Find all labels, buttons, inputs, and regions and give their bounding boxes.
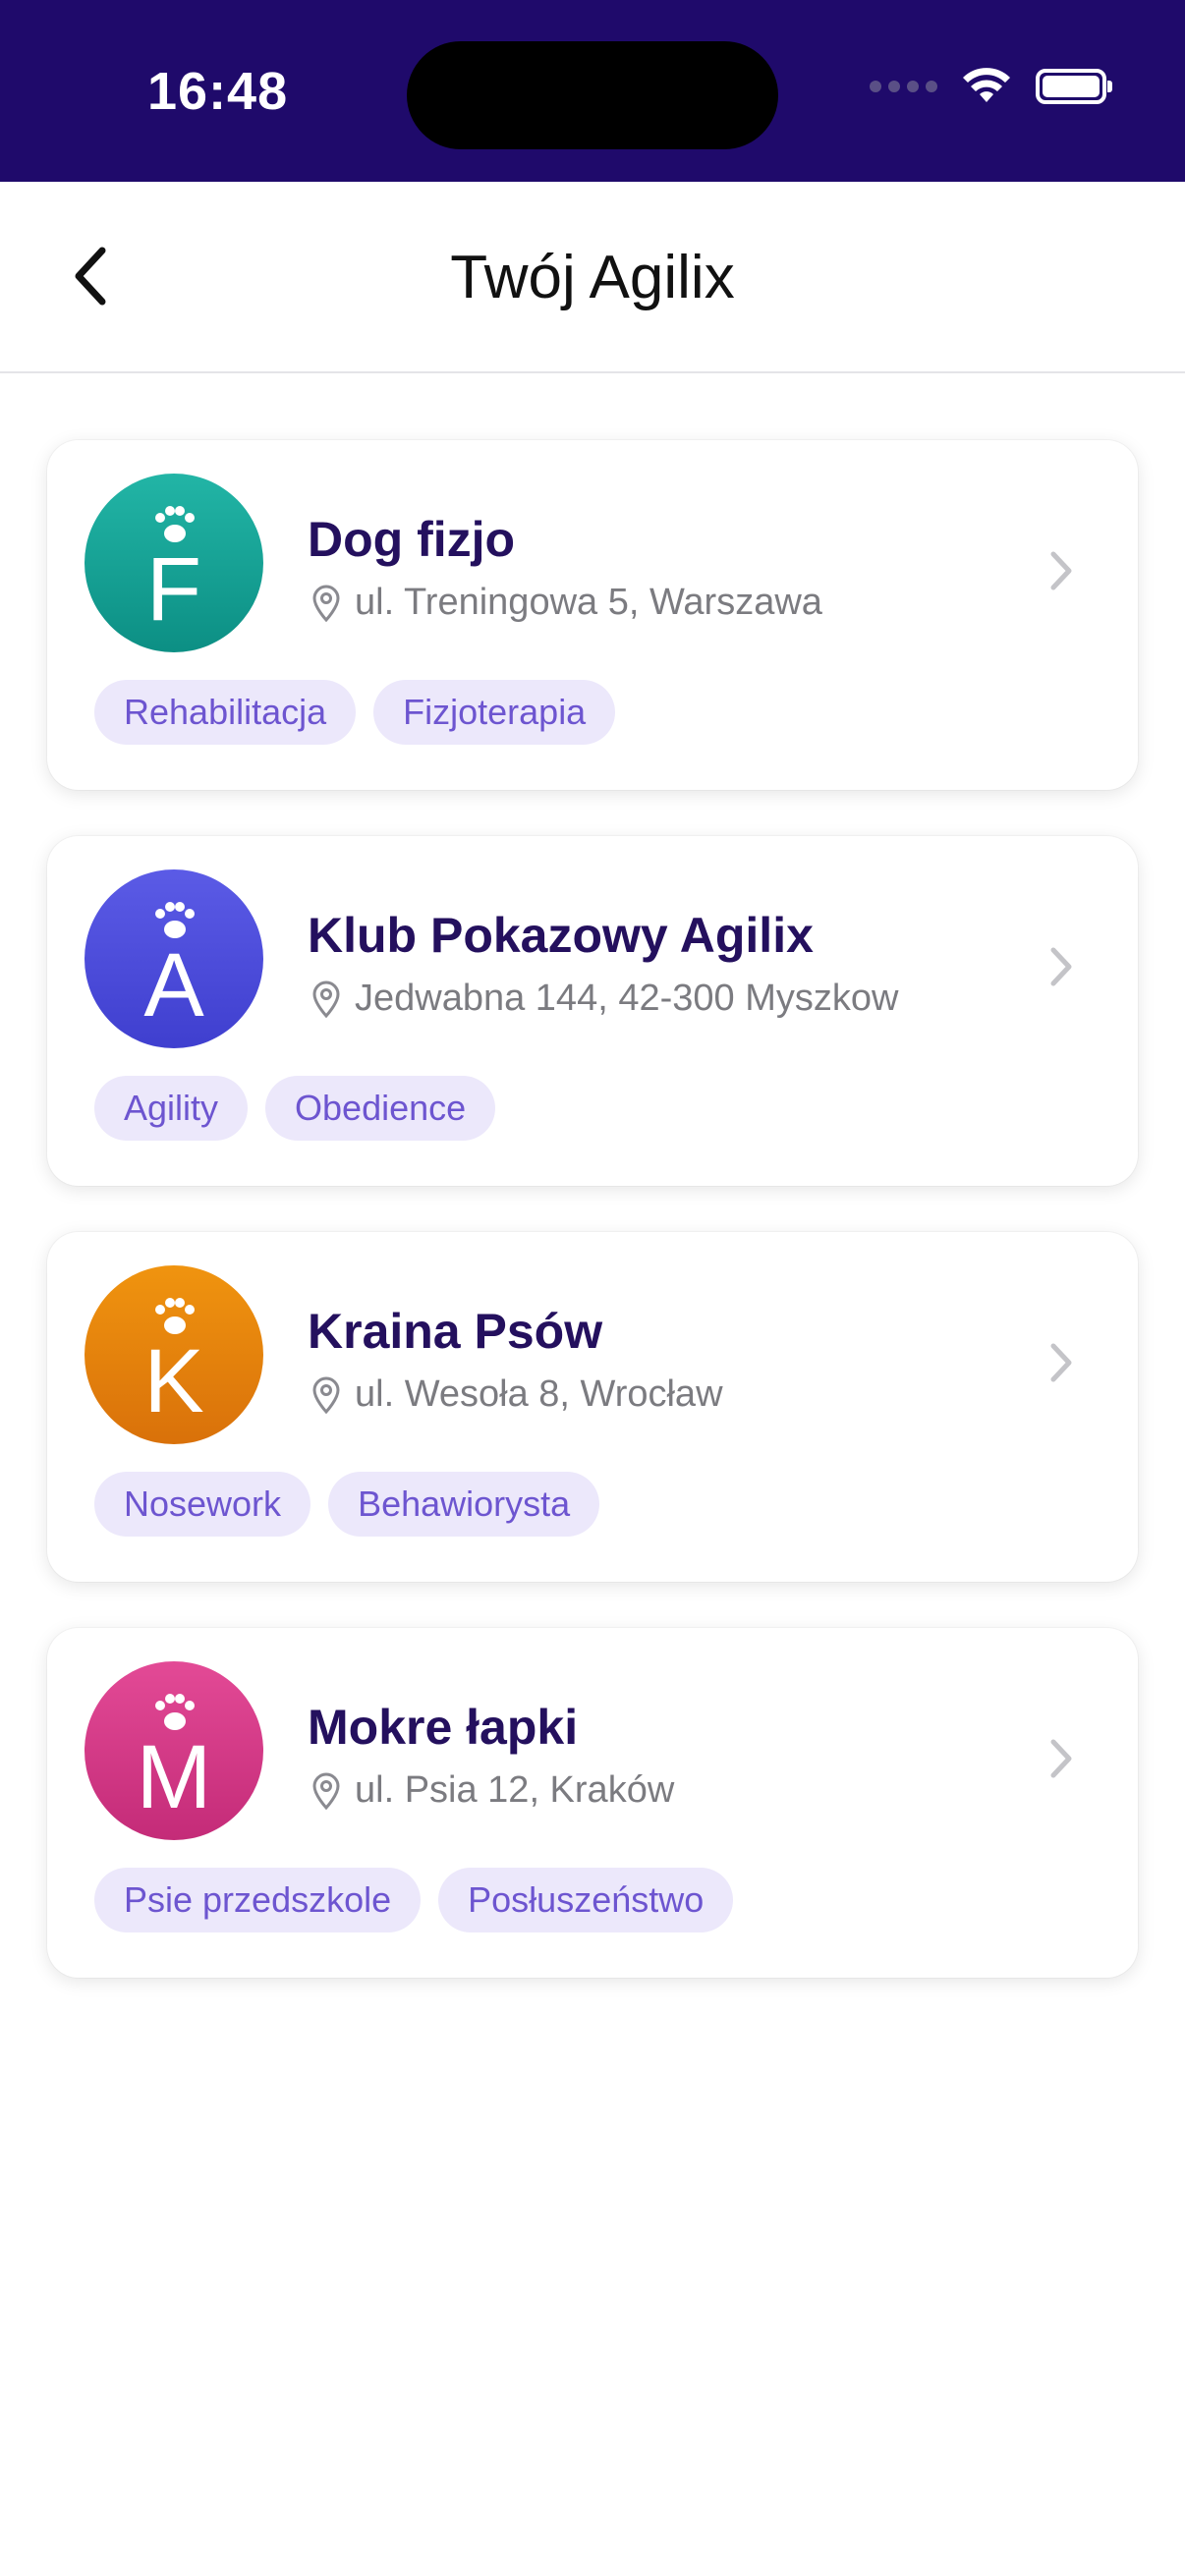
place-card[interactable]: F Dog fizjo ul. Treningowa 5, Warszawa R… <box>47 440 1138 790</box>
tag-list: Agility Obedience <box>94 1076 496 1141</box>
places-list: F Dog fizjo ul. Treningowa 5, Warszawa R… <box>47 440 1138 2024</box>
place-address: ul. Psia 12, Kraków <box>310 1769 674 1812</box>
avatar-initial: M <box>136 1727 212 1827</box>
place-name: Kraina Psów <box>308 1304 603 1359</box>
avatar: F <box>85 474 263 652</box>
tag: Rehabilitacja <box>94 680 357 745</box>
tag-list: Rehabilitacja Fizjoterapia <box>94 680 616 745</box>
place-address-text: Jedwabna 144, 42-300 Myszkow <box>355 978 899 1019</box>
place-name: Klub Pokazowy Agilix <box>308 908 814 963</box>
tag: Obedience <box>265 1076 496 1141</box>
chevron-right-icon <box>1050 1343 1072 1382</box>
wifi-icon <box>963 68 1010 102</box>
place-address-text: ul. Treningowa 5, Warszawa <box>355 582 822 623</box>
place-address: ul. Treningowa 5, Warszawa <box>310 582 822 624</box>
avatar: K <box>85 1265 263 1444</box>
tag: Fizjoterapia <box>373 680 616 745</box>
avatar-initial: F <box>145 539 202 640</box>
place-card[interactable]: M Mokre łapki ul. Psia 12, Kraków Psie p… <box>47 1628 1138 1978</box>
location-pin-icon <box>312 1375 340 1414</box>
avatar: A <box>85 869 263 1048</box>
place-name: Dog fizjo <box>308 512 516 567</box>
page-title: Twój Agilix <box>450 244 735 311</box>
place-address: ul. Wesoła 8, Wrocław <box>310 1373 723 1416</box>
cellular-signal-icon <box>870 81 937 92</box>
dynamic-island <box>407 41 778 149</box>
place-address: Jedwabna 144, 42-300 Myszkow <box>310 978 898 1020</box>
status-icons <box>870 67 1112 106</box>
tag: Posłuszeństwo <box>438 1868 734 1932</box>
status-bar: 16:48 <box>0 0 1185 182</box>
navigation-bar: Twój Agilix <box>0 182 1185 373</box>
place-card[interactable]: A Klub Pokazowy Agilix Jedwabna 144, 42-… <box>47 836 1138 1186</box>
chevron-right-icon <box>1050 551 1072 590</box>
location-pin-icon <box>312 584 340 622</box>
battery-icon <box>1036 69 1112 104</box>
location-pin-icon <box>312 980 340 1018</box>
status-time: 16:48 <box>147 62 289 121</box>
place-name: Mokre łapki <box>308 1700 579 1755</box>
location-pin-icon <box>312 1771 340 1810</box>
chevron-right-icon <box>1050 947 1072 986</box>
tag-list: Nosework Behawiorysta <box>94 1472 600 1537</box>
place-address-text: ul. Wesoła 8, Wrocław <box>355 1373 723 1415</box>
tag-list: Psie przedszkole Posłuszeństwo <box>94 1868 734 1932</box>
tag: Nosework <box>94 1472 311 1537</box>
avatar: M <box>85 1661 263 1840</box>
avatar-initial: A <box>143 935 204 1036</box>
tag: Agility <box>94 1076 249 1141</box>
tag: Behawiorysta <box>328 1472 600 1537</box>
chevron-right-icon <box>1050 1739 1072 1778</box>
tag: Psie przedszkole <box>94 1868 422 1932</box>
place-card[interactable]: K Kraina Psów ul. Wesoła 8, Wrocław Nose… <box>47 1232 1138 1582</box>
place-address-text: ul. Psia 12, Kraków <box>355 1769 675 1811</box>
avatar-initial: K <box>143 1331 204 1431</box>
